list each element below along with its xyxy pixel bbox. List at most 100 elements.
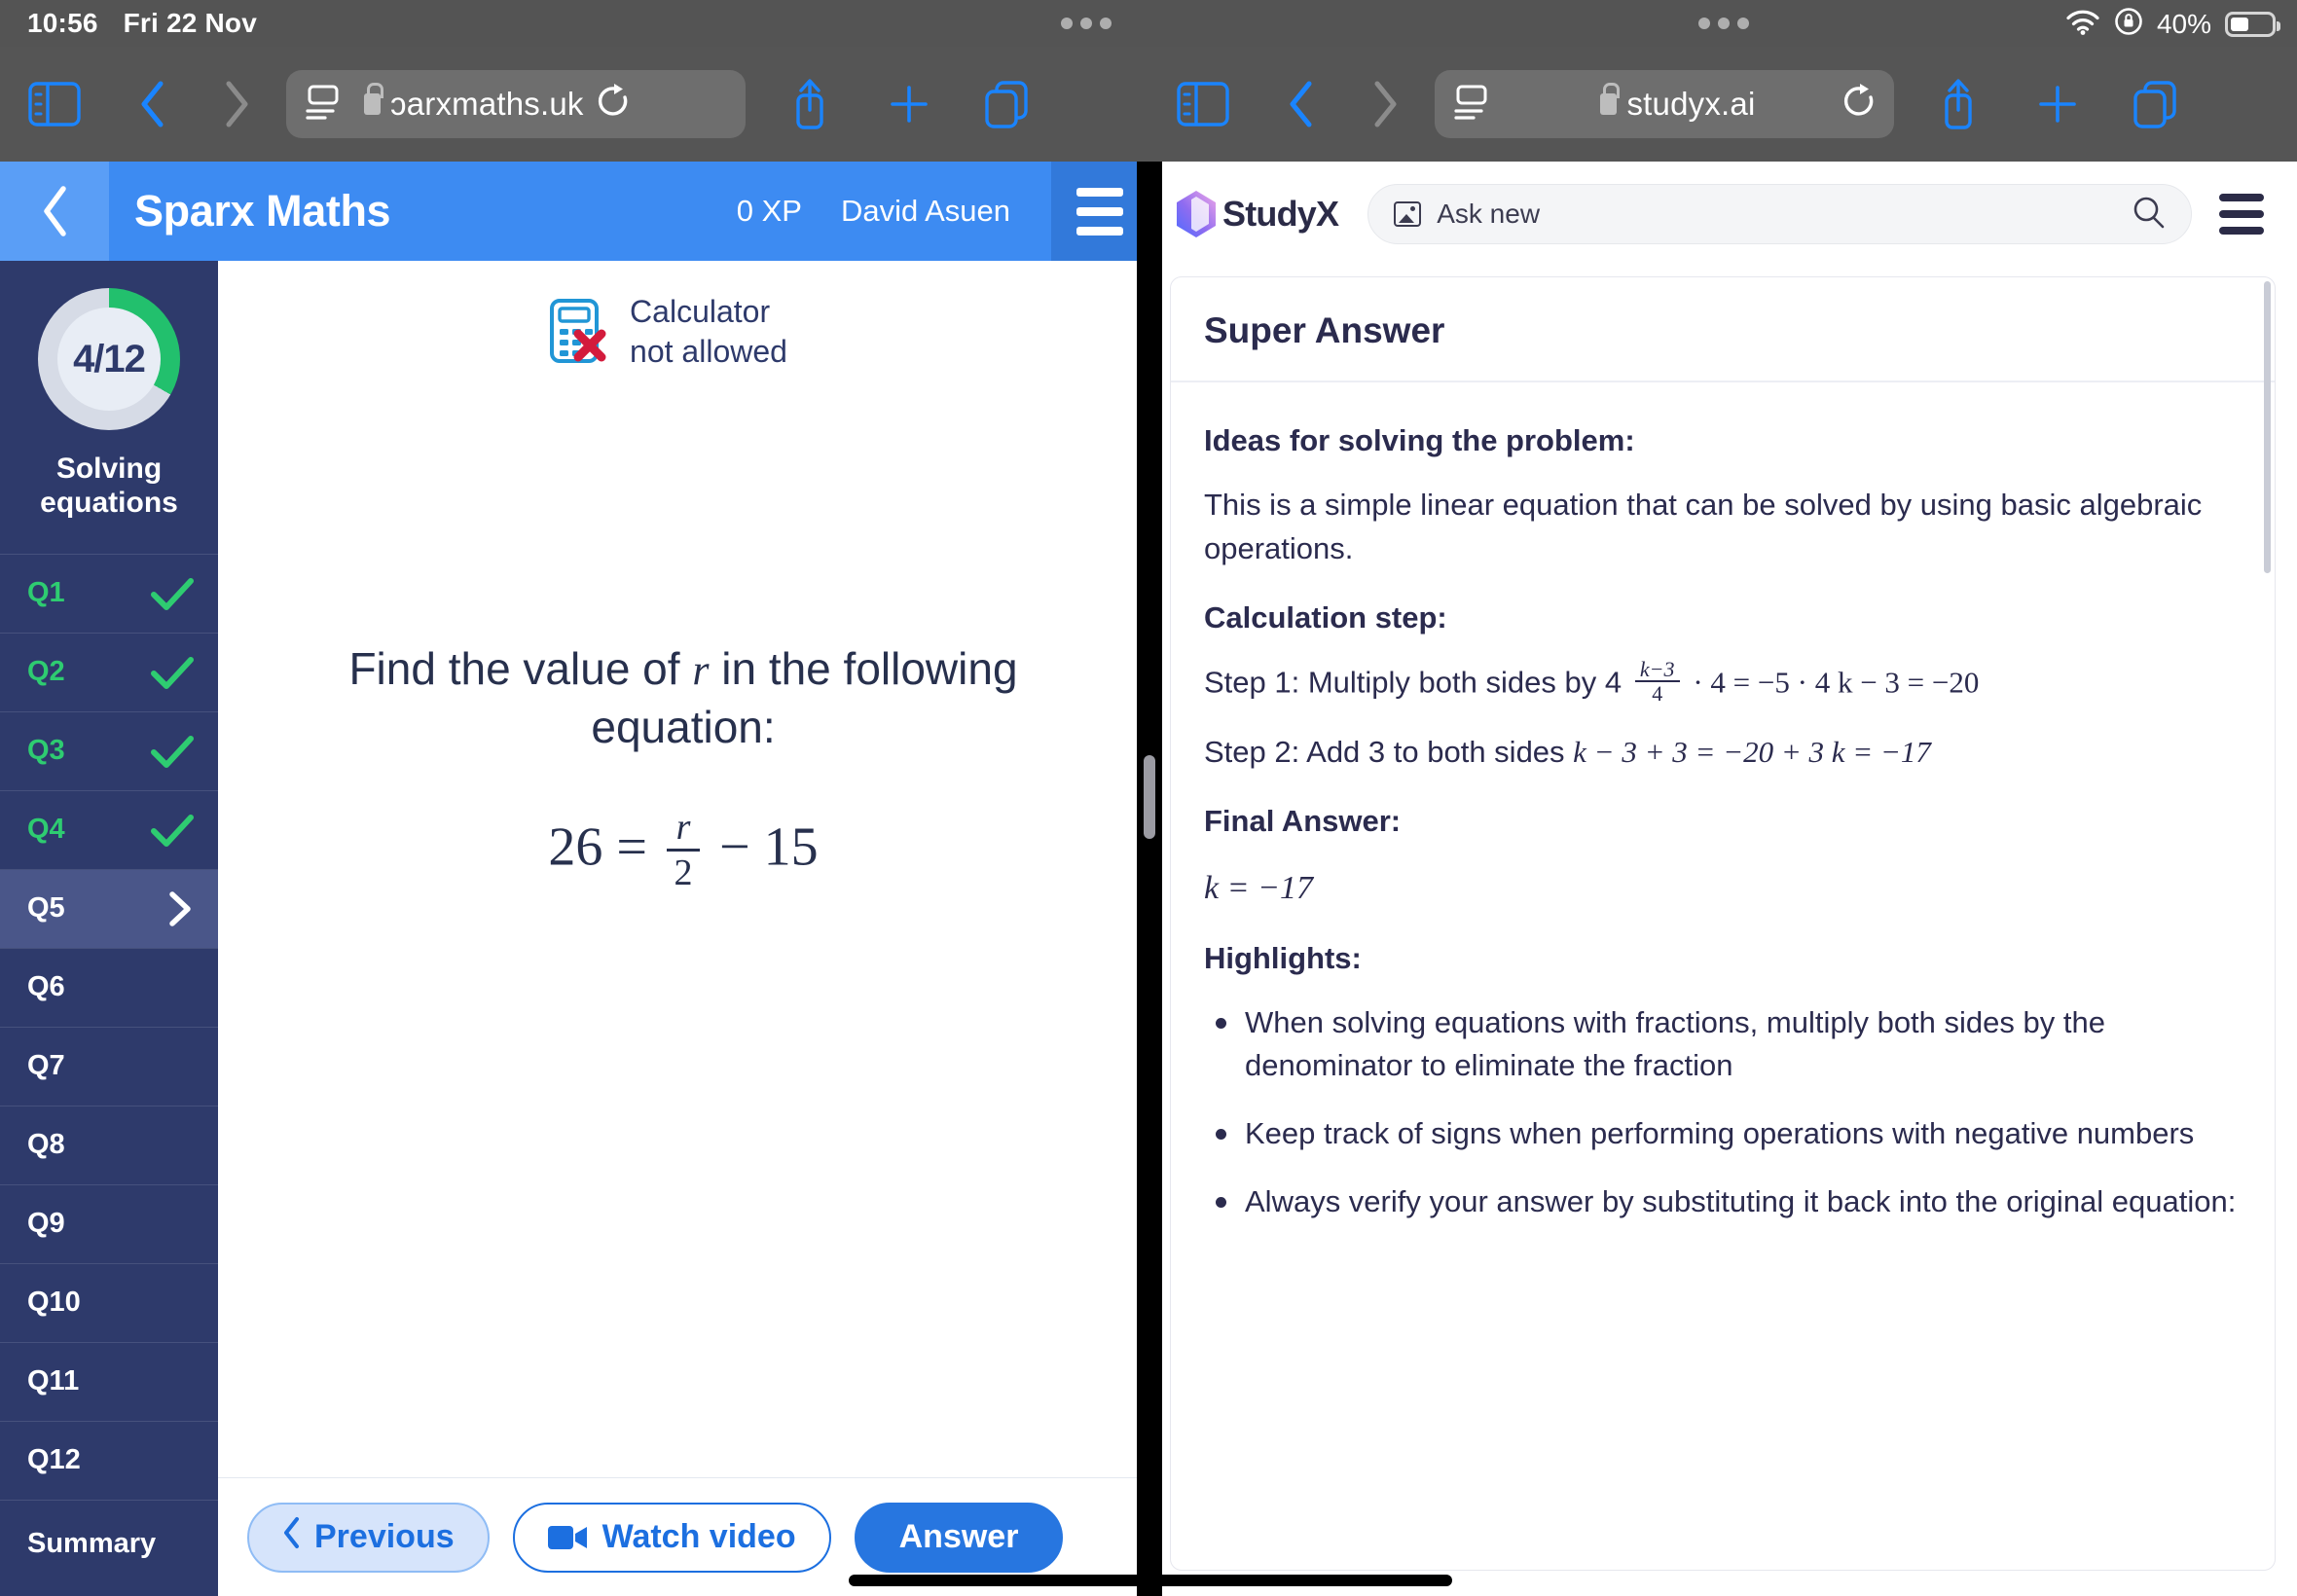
ipad-split-screen: 10:56 Fri 22 Nov 40% ɔarxmaths.uk studyx… xyxy=(0,0,2297,1596)
sidebar-item-q5[interactable]: Q5 xyxy=(0,869,218,949)
step2-text: Step 2: Add 3 to both sides xyxy=(1204,735,1565,770)
ideas-text: This is a simple linear equation that ca… xyxy=(1204,488,2203,565)
address-bar-left[interactable]: ɔarxmaths.uk xyxy=(286,70,746,138)
previous-button[interactable]: Previous xyxy=(247,1502,490,1573)
prompt-before: Find the value of xyxy=(348,643,693,694)
status-bar-right: 40% xyxy=(2065,7,2280,41)
check-icon xyxy=(150,576,195,611)
forward-chevron-icon-left[interactable] xyxy=(195,80,280,128)
tabs-icon-right[interactable] xyxy=(2106,80,2204,128)
super-answer-card: Super Answer Ideas for solving the probl… xyxy=(1170,276,2276,1571)
sidebar-item-q8[interactable]: Q8 xyxy=(0,1106,218,1185)
multitask-handle-left[interactable] xyxy=(1061,18,1112,29)
question-label: Q11 xyxy=(27,1365,80,1397)
question-label: Q12 xyxy=(27,1444,81,1476)
studyx-header: StudyX Ask new xyxy=(1148,162,2297,267)
topic-title: Solving equations xyxy=(40,453,178,520)
page-settings-icon-right[interactable] xyxy=(1452,84,1491,126)
watch-video-button[interactable]: Watch video xyxy=(512,1502,831,1573)
sidebar-item-q11[interactable]: Q11 xyxy=(0,1343,218,1422)
page-settings-icon-left[interactable] xyxy=(304,84,343,126)
search-placeholder: Ask new xyxy=(1437,199,1541,229)
sidebar-item-q7[interactable]: Q7 xyxy=(0,1028,218,1106)
video-camera-icon xyxy=(547,1523,589,1552)
question-label: Q9 xyxy=(27,1208,65,1240)
address-bar-right[interactable]: studyx.ai xyxy=(1435,70,1894,138)
super-answer-title: Super Answer xyxy=(1171,277,2275,382)
question-equation: 26 = r 2 − 15 xyxy=(218,809,1148,893)
browser-toolbar-right: studyx.ai xyxy=(1148,47,2297,162)
reload-icon-right[interactable] xyxy=(1843,83,1877,126)
sparx-maths-pane: Sparx Maths 0 XP David Asuen 4/12 Solvin… xyxy=(0,162,1148,1596)
split-view-drag-handle[interactable] xyxy=(1144,755,1155,839)
reload-icon-left[interactable] xyxy=(598,83,631,126)
check-icon xyxy=(150,655,195,690)
hamburger-menu-icon[interactable] xyxy=(1051,162,1148,261)
sidebar-item-summary[interactable]: Summary xyxy=(0,1501,218,1588)
sparx-title: Sparx Maths xyxy=(134,186,391,236)
calculator-line1: Calculator xyxy=(630,294,771,329)
forward-chevron-icon-right[interactable] xyxy=(1343,80,1429,128)
studyx-logo[interactable]: StudyX xyxy=(1174,190,1339,238)
prompt-variable: r xyxy=(692,646,710,694)
calculator-line2: not allowed xyxy=(630,333,787,369)
super-answer-body: Ideas for solving the problem: This is a… xyxy=(1171,382,2275,1223)
sidebar-item-q2[interactable]: Q2 xyxy=(0,634,218,712)
question-sidebar: 4/12 Solving equations Q1 Q2 Q3 Q4 Q5 Q6… xyxy=(0,261,218,1596)
calculation-step-2: Step 2: Add 3 to both sides k − 3 + 3 = … xyxy=(1204,731,2242,775)
equation-fraction: r 2 xyxy=(667,809,700,891)
status-bar: 10:56 Fri 22 Nov 40% xyxy=(0,0,2297,47)
xp-counter: 0 XP xyxy=(736,194,802,228)
back-chevron-icon-right[interactable] xyxy=(1258,80,1343,128)
step1-fraction: k−3 4 xyxy=(1634,658,1680,706)
sparx-header: Sparx Maths 0 XP David Asuen xyxy=(0,162,1148,261)
sidebar-toggle-icon-right[interactable] xyxy=(1148,82,1258,127)
user-name: David Asuen xyxy=(840,194,1010,228)
highlights-heading: Highlights: xyxy=(1204,941,1362,976)
final-answer-heading: Final Answer: xyxy=(1204,804,1402,838)
calculator-not-allowed-banner: Calculator not allowed xyxy=(218,261,1148,372)
search-icon[interactable] xyxy=(2133,196,2166,234)
sidebar-item-q10[interactable]: Q10 xyxy=(0,1264,218,1343)
step1-math-tail: · 4 = −5 · 4 k − 3 = −20 xyxy=(1693,665,1980,700)
step2-math: k − 3 + 3 = −20 + 3 k = −17 xyxy=(1573,735,1931,770)
answer-button[interactable]: Answer xyxy=(854,1502,1064,1573)
question-list: Q1 Q2 Q3 Q4 Q5 Q6 Q7 Q8 Q9 Q10 Q11 Q12 S… xyxy=(0,553,218,1588)
battery-icon xyxy=(2225,11,2280,37)
check-icon xyxy=(150,734,195,769)
ask-new-search-bar[interactable]: Ask new xyxy=(1367,184,2192,244)
progress-ring: 4/12 xyxy=(38,288,180,430)
multitask-handle-right[interactable] xyxy=(1698,18,1749,29)
share-icon-left[interactable] xyxy=(759,78,860,130)
sidebar-item-q1[interactable]: Q1 xyxy=(0,555,218,634)
home-indicator[interactable] xyxy=(849,1575,1452,1586)
chevron-left-icon xyxy=(282,1516,301,1558)
back-chevron-icon-left[interactable] xyxy=(109,80,195,128)
lock-icon-left xyxy=(364,83,383,115)
question-prompt: Find the value of r in the following equ… xyxy=(218,640,1148,757)
question-label: Q6 xyxy=(27,971,65,1003)
split-view-divider[interactable] xyxy=(1137,162,1162,1596)
studyx-menu-icon[interactable] xyxy=(2219,194,2264,235)
final-answer-value: k = −17 xyxy=(1204,870,1313,906)
answer-scrollbar[interactable] xyxy=(2264,281,2271,573)
sidebar-item-q3[interactable]: Q3 xyxy=(0,712,218,791)
sidebar-toggle-icon-left[interactable] xyxy=(0,82,109,127)
plus-icon-right[interactable] xyxy=(2009,83,2106,126)
date: Fri 22 Nov xyxy=(123,8,258,38)
sidebar-item-q9[interactable]: Q9 xyxy=(0,1185,218,1264)
sidebar-item-q12[interactable]: Q12 xyxy=(0,1422,218,1501)
sidebar-item-q4[interactable]: Q4 xyxy=(0,791,218,870)
question-label: Q4 xyxy=(27,814,65,846)
fraction-denominator: 2 xyxy=(674,852,693,893)
image-icon[interactable] xyxy=(1394,201,1422,227)
chevron-right-icon xyxy=(165,890,195,927)
check-icon xyxy=(150,813,195,848)
sidebar-item-q6[interactable]: Q6 xyxy=(0,949,218,1028)
tabs-icon-left[interactable] xyxy=(958,80,1055,128)
plus-icon-left[interactable] xyxy=(860,83,958,126)
question-label: Q5 xyxy=(27,892,65,925)
sparx-back-button[interactable] xyxy=(0,162,109,261)
share-icon-right[interactable] xyxy=(1908,78,2009,130)
step1-denominator: 4 xyxy=(1652,680,1663,706)
